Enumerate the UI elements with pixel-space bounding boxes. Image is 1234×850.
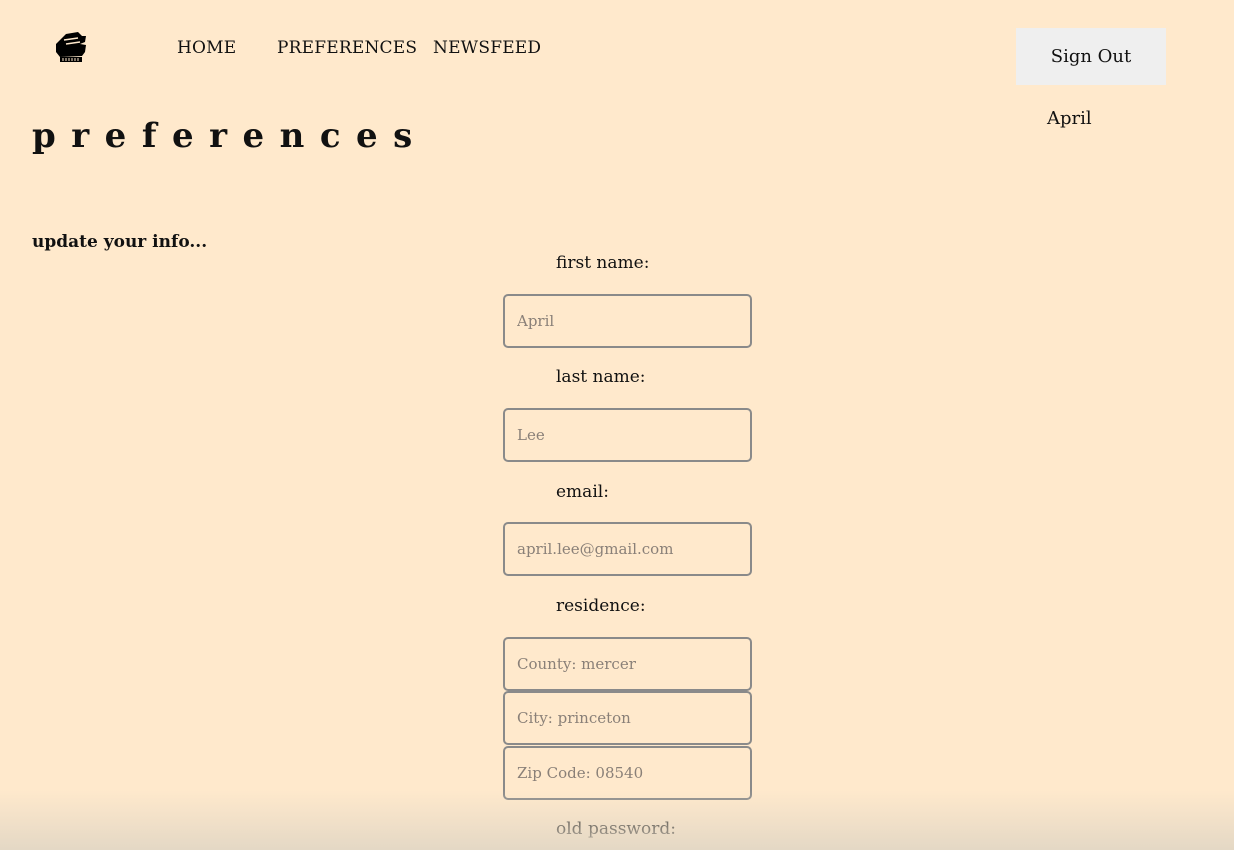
nav-preferences-link[interactable]: PREFERENCES bbox=[277, 38, 417, 58]
email-input[interactable] bbox=[503, 522, 752, 576]
residence-label: residence: bbox=[556, 596, 646, 616]
last-name-label: last name: bbox=[556, 367, 646, 387]
nav-newsfeed-link[interactable]: NEWSFEED bbox=[433, 38, 541, 58]
page-title: preferences bbox=[32, 116, 428, 156]
old-password-label: old password: bbox=[556, 819, 676, 839]
nav-home-link[interactable]: HOME bbox=[177, 38, 236, 58]
email-label: email: bbox=[556, 482, 609, 502]
first-name-input[interactable] bbox=[503, 294, 752, 348]
current-username: April bbox=[1047, 108, 1092, 129]
sign-out-button[interactable]: Sign Out bbox=[1016, 28, 1166, 85]
preferences-page: HOME PREFERENCES NEWSFEED Sign Out April… bbox=[0, 0, 1234, 850]
city-input[interactable] bbox=[503, 691, 752, 745]
fist-icon[interactable] bbox=[52, 30, 88, 64]
last-name-input[interactable] bbox=[503, 408, 752, 462]
county-input[interactable] bbox=[503, 637, 752, 691]
zip-code-input[interactable] bbox=[503, 746, 752, 800]
section-subtitle: update your info... bbox=[32, 232, 208, 252]
first-name-label: first name: bbox=[556, 253, 650, 273]
